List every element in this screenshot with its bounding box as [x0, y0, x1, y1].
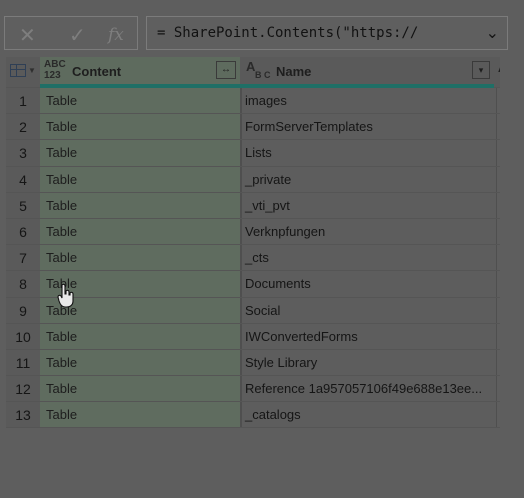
cell-content[interactable]: Table — [40, 140, 240, 166]
column-divider — [496, 376, 497, 402]
cell-content[interactable]: Table — [40, 402, 240, 428]
cell-content[interactable]: Table — [40, 349, 240, 376]
row-number[interactable]: 9 — [6, 297, 40, 323]
data-grid: ▼ ABC 123 Content ↔ A B C Name ▾ A 1Tabl… — [6, 57, 520, 429]
cell-name[interactable]: _catalogs — [242, 402, 496, 428]
row-number[interactable]: 13 — [6, 402, 40, 428]
row-number[interactable]: 11 — [6, 349, 40, 376]
formula-input[interactable]: = SharePoint.Contents("https:// ⌄ — [146, 16, 508, 50]
cell-name[interactable]: Documents — [242, 271, 496, 297]
row-number[interactable]: 7 — [6, 245, 40, 271]
row-number[interactable]: 8 — [6, 271, 40, 297]
cell-name[interactable]: images — [242, 88, 496, 114]
type-any-icon-bottom: 123 — [44, 70, 61, 81]
cell-name[interactable]: IWConvertedForms — [242, 323, 496, 349]
column-divider — [496, 271, 497, 297]
cell-content[interactable]: Table — [40, 192, 240, 218]
filter-dropdown-icon[interactable]: ▾ — [472, 61, 490, 79]
cell-content[interactable]: Table — [40, 166, 240, 192]
table-row[interactable]: 7 Table _cts — [6, 245, 520, 272]
cell-name[interactable]: Reference 1a957057106f49e688e13ee... — [242, 376, 496, 402]
table-row[interactable]: 13 Table _catalogs — [6, 402, 520, 429]
expand-column-icon[interactable]: ↔ — [216, 61, 236, 79]
table-menu-dropdown-icon[interactable]: ▼ — [28, 66, 36, 75]
cancel-icon[interactable]: ✕ — [19, 23, 36, 48]
column-divider — [496, 166, 497, 192]
row-number[interactable]: 2 — [6, 114, 40, 140]
grid-right-gutter — [500, 57, 524, 429]
cell-name[interactable]: Verknpfungen — [242, 218, 496, 245]
cell-name[interactable]: FormServerTemplates — [242, 114, 496, 140]
table-row[interactable]: 8 Table Documents — [6, 271, 520, 298]
cell-name[interactable]: Lists — [242, 140, 496, 166]
column-divider — [496, 140, 497, 166]
cell-name[interactable]: Style Library — [242, 349, 496, 376]
column-title-content: Content — [72, 64, 122, 79]
commit-icon[interactable]: ✓ — [69, 23, 86, 48]
formula-actions: ✕ ✓ fx — [4, 16, 138, 50]
row-number[interactable]: 3 — [6, 140, 40, 166]
column-header-name[interactable]: A B C Name ▾ — [242, 57, 496, 87]
cell-content[interactable]: Table — [40, 323, 240, 349]
cell-content[interactable]: Table — [40, 218, 240, 245]
table-row[interactable]: 1 Table images — [6, 88, 520, 115]
table-icon[interactable] — [10, 64, 26, 77]
table-row[interactable]: 12 Table Reference 1a957057106f49e688e13ee… — [6, 376, 520, 403]
row-number[interactable]: 6 — [6, 218, 40, 245]
function-icon[interactable]: fx — [108, 25, 124, 45]
grid-body: 1 Table images 2 Table FormServerTemplates 3 Ta… — [6, 88, 520, 429]
cell-content[interactable]: Table — [40, 245, 240, 271]
column-divider — [496, 88, 497, 114]
column-divider — [496, 297, 497, 323]
hand-cursor-icon — [57, 283, 74, 308]
column-divider — [496, 402, 497, 428]
column-title-name: Name — [276, 64, 312, 79]
cell-name[interactable]: _private — [242, 166, 496, 192]
chevron-down-icon[interactable]: ⌄ — [486, 23, 499, 43]
cell-name[interactable]: _cts — [242, 245, 496, 271]
row-number[interactable]: 10 — [6, 323, 40, 349]
column-header-content[interactable]: ABC 123 Content ↔ — [40, 57, 240, 87]
table-row[interactable]: 5 Table _vti_pvt — [6, 192, 520, 219]
row-number[interactable]: 4 — [6, 166, 40, 192]
type-text-icon-top: A — [246, 59, 256, 74]
table-row[interactable]: 11 Table Style Library — [6, 349, 520, 377]
column-divider — [496, 349, 497, 376]
table-row[interactable]: 6 Table Verknpfungen — [6, 218, 520, 246]
column-divider — [496, 192, 497, 218]
cell-content[interactable]: Table — [40, 88, 240, 114]
column-divider — [496, 218, 497, 245]
cell-content[interactable]: Table — [40, 114, 240, 140]
type-any-icon-top: ABC — [44, 59, 66, 70]
formula-text[interactable]: = SharePoint.Contents("https:// — [157, 25, 418, 41]
cell-content[interactable]: Table — [40, 376, 240, 402]
grid-header: ▼ ABC 123 Content ↔ A B C Name ▾ A — [6, 57, 520, 88]
cell-name[interactable]: _vti_pvt — [242, 192, 496, 218]
table-row[interactable]: 2 Table FormServerTemplates — [6, 114, 520, 141]
row-number[interactable]: 12 — [6, 376, 40, 402]
row-number[interactable]: 5 — [6, 192, 40, 218]
cell-name[interactable]: Social — [242, 297, 496, 323]
column-divider — [496, 245, 497, 271]
table-row[interactable]: 9 Table Social — [6, 297, 520, 324]
column-divider — [496, 323, 497, 349]
column-divider — [496, 114, 497, 140]
formula-bar: ✕ ✓ fx = SharePoint.Contents("https:// ⌄ — [0, 0, 524, 56]
table-row[interactable]: 3 Table Lists — [6, 140, 520, 167]
row-number[interactable]: 1 — [6, 88, 40, 114]
table-row[interactable]: 4 Table _private — [6, 166, 520, 193]
table-row[interactable]: 10 Table IWConvertedForms — [6, 323, 520, 350]
type-text-icon-bottom: B C — [255, 70, 271, 80]
